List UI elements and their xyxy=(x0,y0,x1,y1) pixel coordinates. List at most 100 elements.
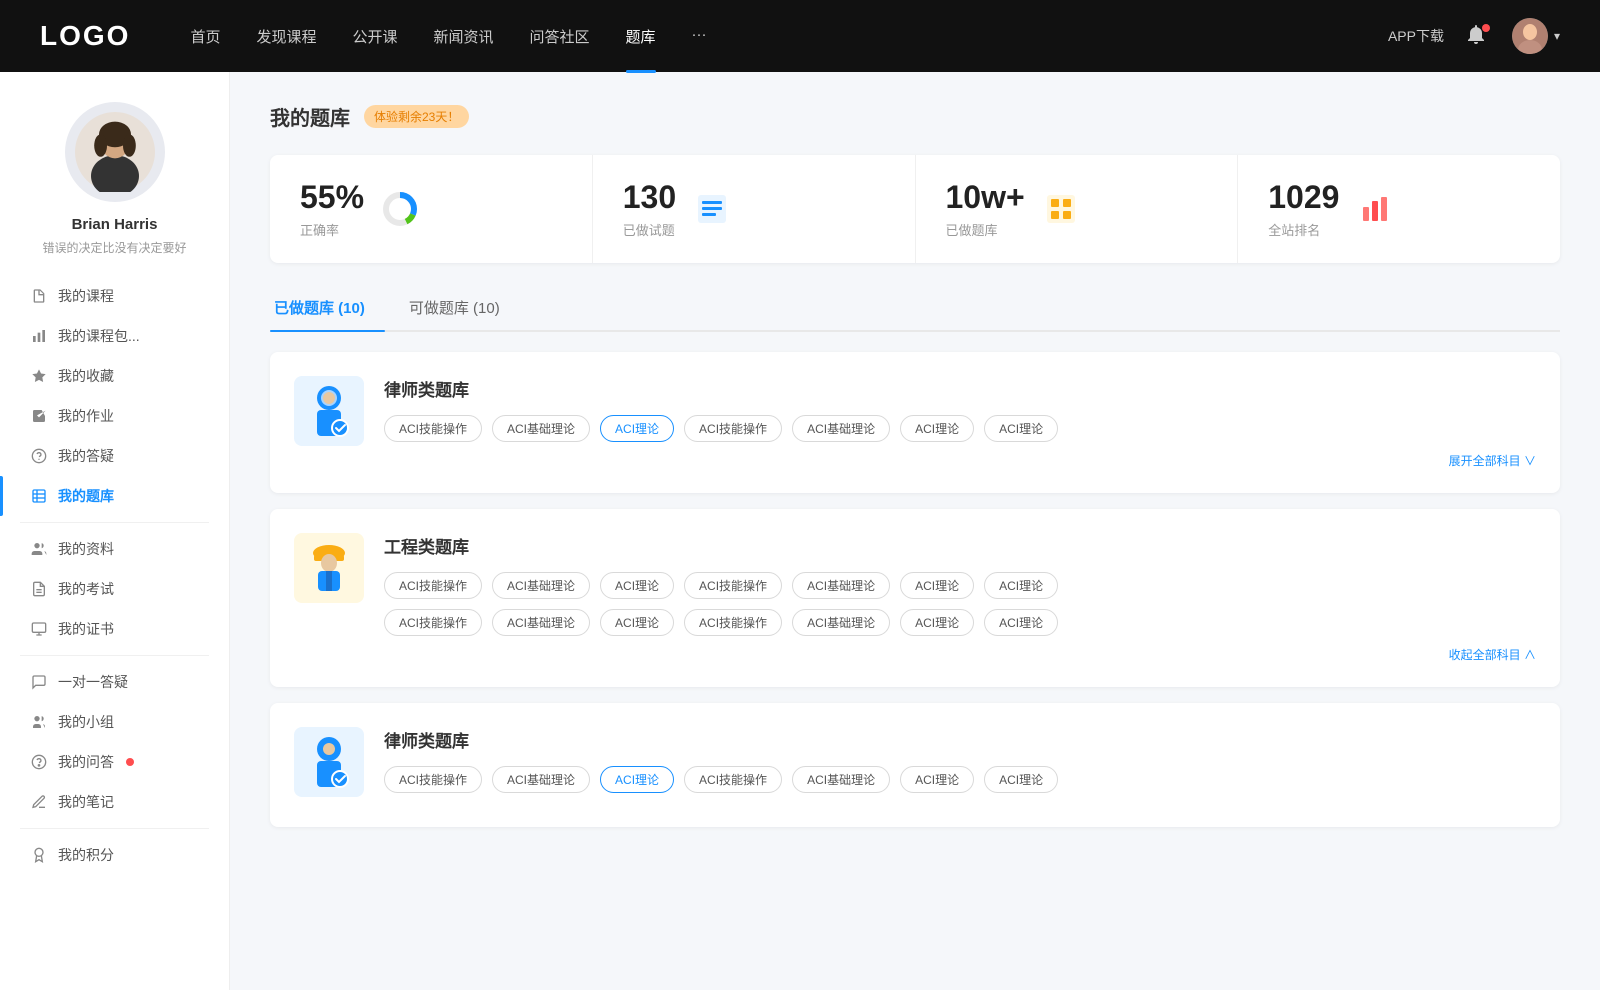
list-svg xyxy=(694,191,730,227)
tag-2-3[interactable]: ACI技能操作 xyxy=(684,572,782,599)
sidebar-item-1on1[interactable]: 一对一答疑 xyxy=(0,662,229,702)
tag-2-5[interactable]: ACI理论 xyxy=(900,572,974,599)
nav-qbank[interactable]: 题库 xyxy=(626,26,656,47)
profile-avatar-svg xyxy=(75,112,155,192)
notification-dot xyxy=(1482,24,1490,32)
bar-chart-icon xyxy=(1355,189,1395,229)
tag-2b-4[interactable]: ACI基础理论 xyxy=(792,609,890,636)
nav-home[interactable]: 首页 xyxy=(190,26,220,47)
qbank-icon-lawyer-2 xyxy=(294,727,364,797)
chat-icon xyxy=(30,673,48,691)
qbank-name-3: 律师类题库 xyxy=(384,727,1536,752)
sidebar-divider-1 xyxy=(20,522,209,523)
tag-2-4[interactable]: ACI基础理论 xyxy=(792,572,890,599)
navbar-right: APP下载 ▾ xyxy=(1388,18,1560,54)
sidebar-item-group[interactable]: 我的小组 xyxy=(0,702,229,742)
tag-3-4[interactable]: ACI基础理论 xyxy=(792,766,890,793)
tags-row-3: ACI技能操作 ACI基础理论 ACI理论 ACI技能操作 ACI基础理论 AC… xyxy=(384,766,1536,793)
profile-name: Brian Harris xyxy=(72,216,158,233)
bar-chart-svg xyxy=(1357,191,1393,227)
tag-1-1[interactable]: ACI基础理论 xyxy=(492,415,590,442)
sidebar-item-notes[interactable]: 我的笔记 xyxy=(0,782,229,822)
sidebar-menu: 我的课程 我的课程包... 我的收藏 我的作业 xyxy=(0,276,229,875)
tag-2b-6[interactable]: ACI理论 xyxy=(984,609,1058,636)
sidebar-item-course[interactable]: 我的课程 xyxy=(0,276,229,316)
tab-available[interactable]: 可做题库 (10) xyxy=(405,287,520,330)
tag-2-0[interactable]: ACI技能操作 xyxy=(384,572,482,599)
tag-1-4[interactable]: ACI基础理论 xyxy=(792,415,890,442)
notification-bell[interactable] xyxy=(1464,22,1492,50)
qbank-card-inner-1: 律师类题库 ACI技能操作 ACI基础理论 ACI理论 ACI技能操作 ACI基… xyxy=(294,376,1536,469)
nav-more[interactable]: ··· xyxy=(692,26,707,47)
tag-3-2[interactable]: ACI理论 xyxy=(600,766,674,793)
tag-1-2[interactable]: ACI理论 xyxy=(600,415,674,442)
tag-2-1[interactable]: ACI基础理论 xyxy=(492,572,590,599)
sidebar-item-exam[interactable]: 我的考试 xyxy=(0,569,229,609)
sidebar-item-my-qa[interactable]: 我的问答 xyxy=(0,742,229,782)
main-layout: Brian Harris 错误的决定比没有决定要好 我的课程 我的课程包... xyxy=(0,72,1600,990)
qbank-content-2: 工程类题库 ACI技能操作 ACI基础理论 ACI理论 ACI技能操作 ACI基… xyxy=(384,533,1536,663)
tag-3-1[interactable]: ACI基础理论 xyxy=(492,766,590,793)
sidebar-item-favorites[interactable]: 我的收藏 xyxy=(0,356,229,396)
tag-2b-3[interactable]: ACI技能操作 xyxy=(684,609,782,636)
expand-link-1[interactable]: 展开全部科目 ∨ xyxy=(384,452,1536,469)
tag-2-6[interactable]: ACI理论 xyxy=(984,572,1058,599)
nav-discover[interactable]: 发现课程 xyxy=(256,26,316,47)
nav-open-course[interactable]: 公开课 xyxy=(352,26,397,47)
tag-3-6[interactable]: ACI理论 xyxy=(984,766,1058,793)
sidebar-label-profile: 我的资料 xyxy=(58,539,114,559)
stat-rank: 1029 全站排名 xyxy=(1238,155,1560,263)
tag-3-3[interactable]: ACI技能操作 xyxy=(684,766,782,793)
avatar-chevron-icon: ▾ xyxy=(1554,29,1560,43)
qbank-card-inner-3: 律师类题库 ACI技能操作 ACI基础理论 ACI理论 ACI技能操作 ACI基… xyxy=(294,727,1536,803)
tag-1-6[interactable]: ACI理论 xyxy=(984,415,1058,442)
sidebar-label-qa-my: 我的答疑 xyxy=(58,446,114,466)
sidebar-item-profile[interactable]: 我的资料 xyxy=(0,529,229,569)
qa-notification-dot xyxy=(126,758,134,766)
tag-1-0[interactable]: ACI技能操作 xyxy=(384,415,482,442)
tag-2b-1[interactable]: ACI基础理论 xyxy=(492,609,590,636)
sidebar-label-points: 我的积分 xyxy=(58,845,114,865)
engineer-icon-svg xyxy=(304,541,354,596)
tag-2b-2[interactable]: ACI理论 xyxy=(600,609,674,636)
tag-3-5[interactable]: ACI理论 xyxy=(900,766,974,793)
tag-3-0[interactable]: ACI技能操作 xyxy=(384,766,482,793)
stat-qbanks-value: 10w+ xyxy=(946,179,1025,216)
main-content: 我的题库 体验剩余23天！ 55% 正确率 xyxy=(230,72,1600,990)
sidebar-item-qa-my[interactable]: 我的答疑 xyxy=(0,436,229,476)
sidebar-label-group: 我的小组 xyxy=(58,712,114,732)
question-circle-icon xyxy=(30,447,48,465)
tag-1-3[interactable]: ACI技能操作 xyxy=(684,415,782,442)
user-avatar xyxy=(1512,18,1548,54)
tags-row-2b: ACI技能操作 ACI基础理论 ACI理论 ACI技能操作 ACI基础理论 AC… xyxy=(384,609,1536,636)
app-download-link[interactable]: APP下载 xyxy=(1388,26,1444,46)
sidebar-divider-3 xyxy=(20,828,209,829)
star-icon xyxy=(30,367,48,385)
tag-2b-5[interactable]: ACI理论 xyxy=(900,609,974,636)
nav-qa[interactable]: 问答社区 xyxy=(530,26,590,47)
stat-qbanks-text: 10w+ 已做题库 xyxy=(946,179,1025,239)
stat-rank-value: 1029 xyxy=(1268,179,1339,216)
tab-done[interactable]: 已做题库 (10) xyxy=(270,287,385,330)
qbank-icon-engineer xyxy=(294,533,364,603)
sidebar-label-favorites: 我的收藏 xyxy=(58,366,114,386)
nav-news[interactable]: 新闻资讯 xyxy=(434,26,494,47)
list-icon xyxy=(692,189,732,229)
collapse-link-2[interactable]: 收起全部科目 ∧ xyxy=(384,646,1536,663)
sidebar-item-points[interactable]: 我的积分 xyxy=(0,835,229,875)
avatar-svg xyxy=(1512,18,1548,54)
profile-motto: 错误的决定比没有决定要好 xyxy=(42,239,186,256)
tag-2-2[interactable]: ACI理论 xyxy=(600,572,674,599)
stat-accuracy-text: 55% 正确率 xyxy=(300,179,364,239)
qbank-icon-lawyer-1 xyxy=(294,376,364,446)
sidebar-item-qbank[interactable]: 我的题库 xyxy=(0,476,229,516)
sidebar-item-course-pack[interactable]: 我的课程包... xyxy=(0,316,229,356)
stat-accuracy-label: 正确率 xyxy=(300,220,364,239)
sidebar-item-homework[interactable]: 我的作业 xyxy=(0,396,229,436)
tag-1-5[interactable]: ACI理论 xyxy=(900,415,974,442)
qbank-content-3: 律师类题库 ACI技能操作 ACI基础理论 ACI理论 ACI技能操作 ACI基… xyxy=(384,727,1536,803)
tag-2b-0[interactable]: ACI技能操作 xyxy=(384,609,482,636)
sidebar-item-certificate[interactable]: 我的证书 xyxy=(0,609,229,649)
stat-qbanks-label: 已做题库 xyxy=(946,220,1025,239)
user-avatar-wrap[interactable]: ▾ xyxy=(1512,18,1560,54)
